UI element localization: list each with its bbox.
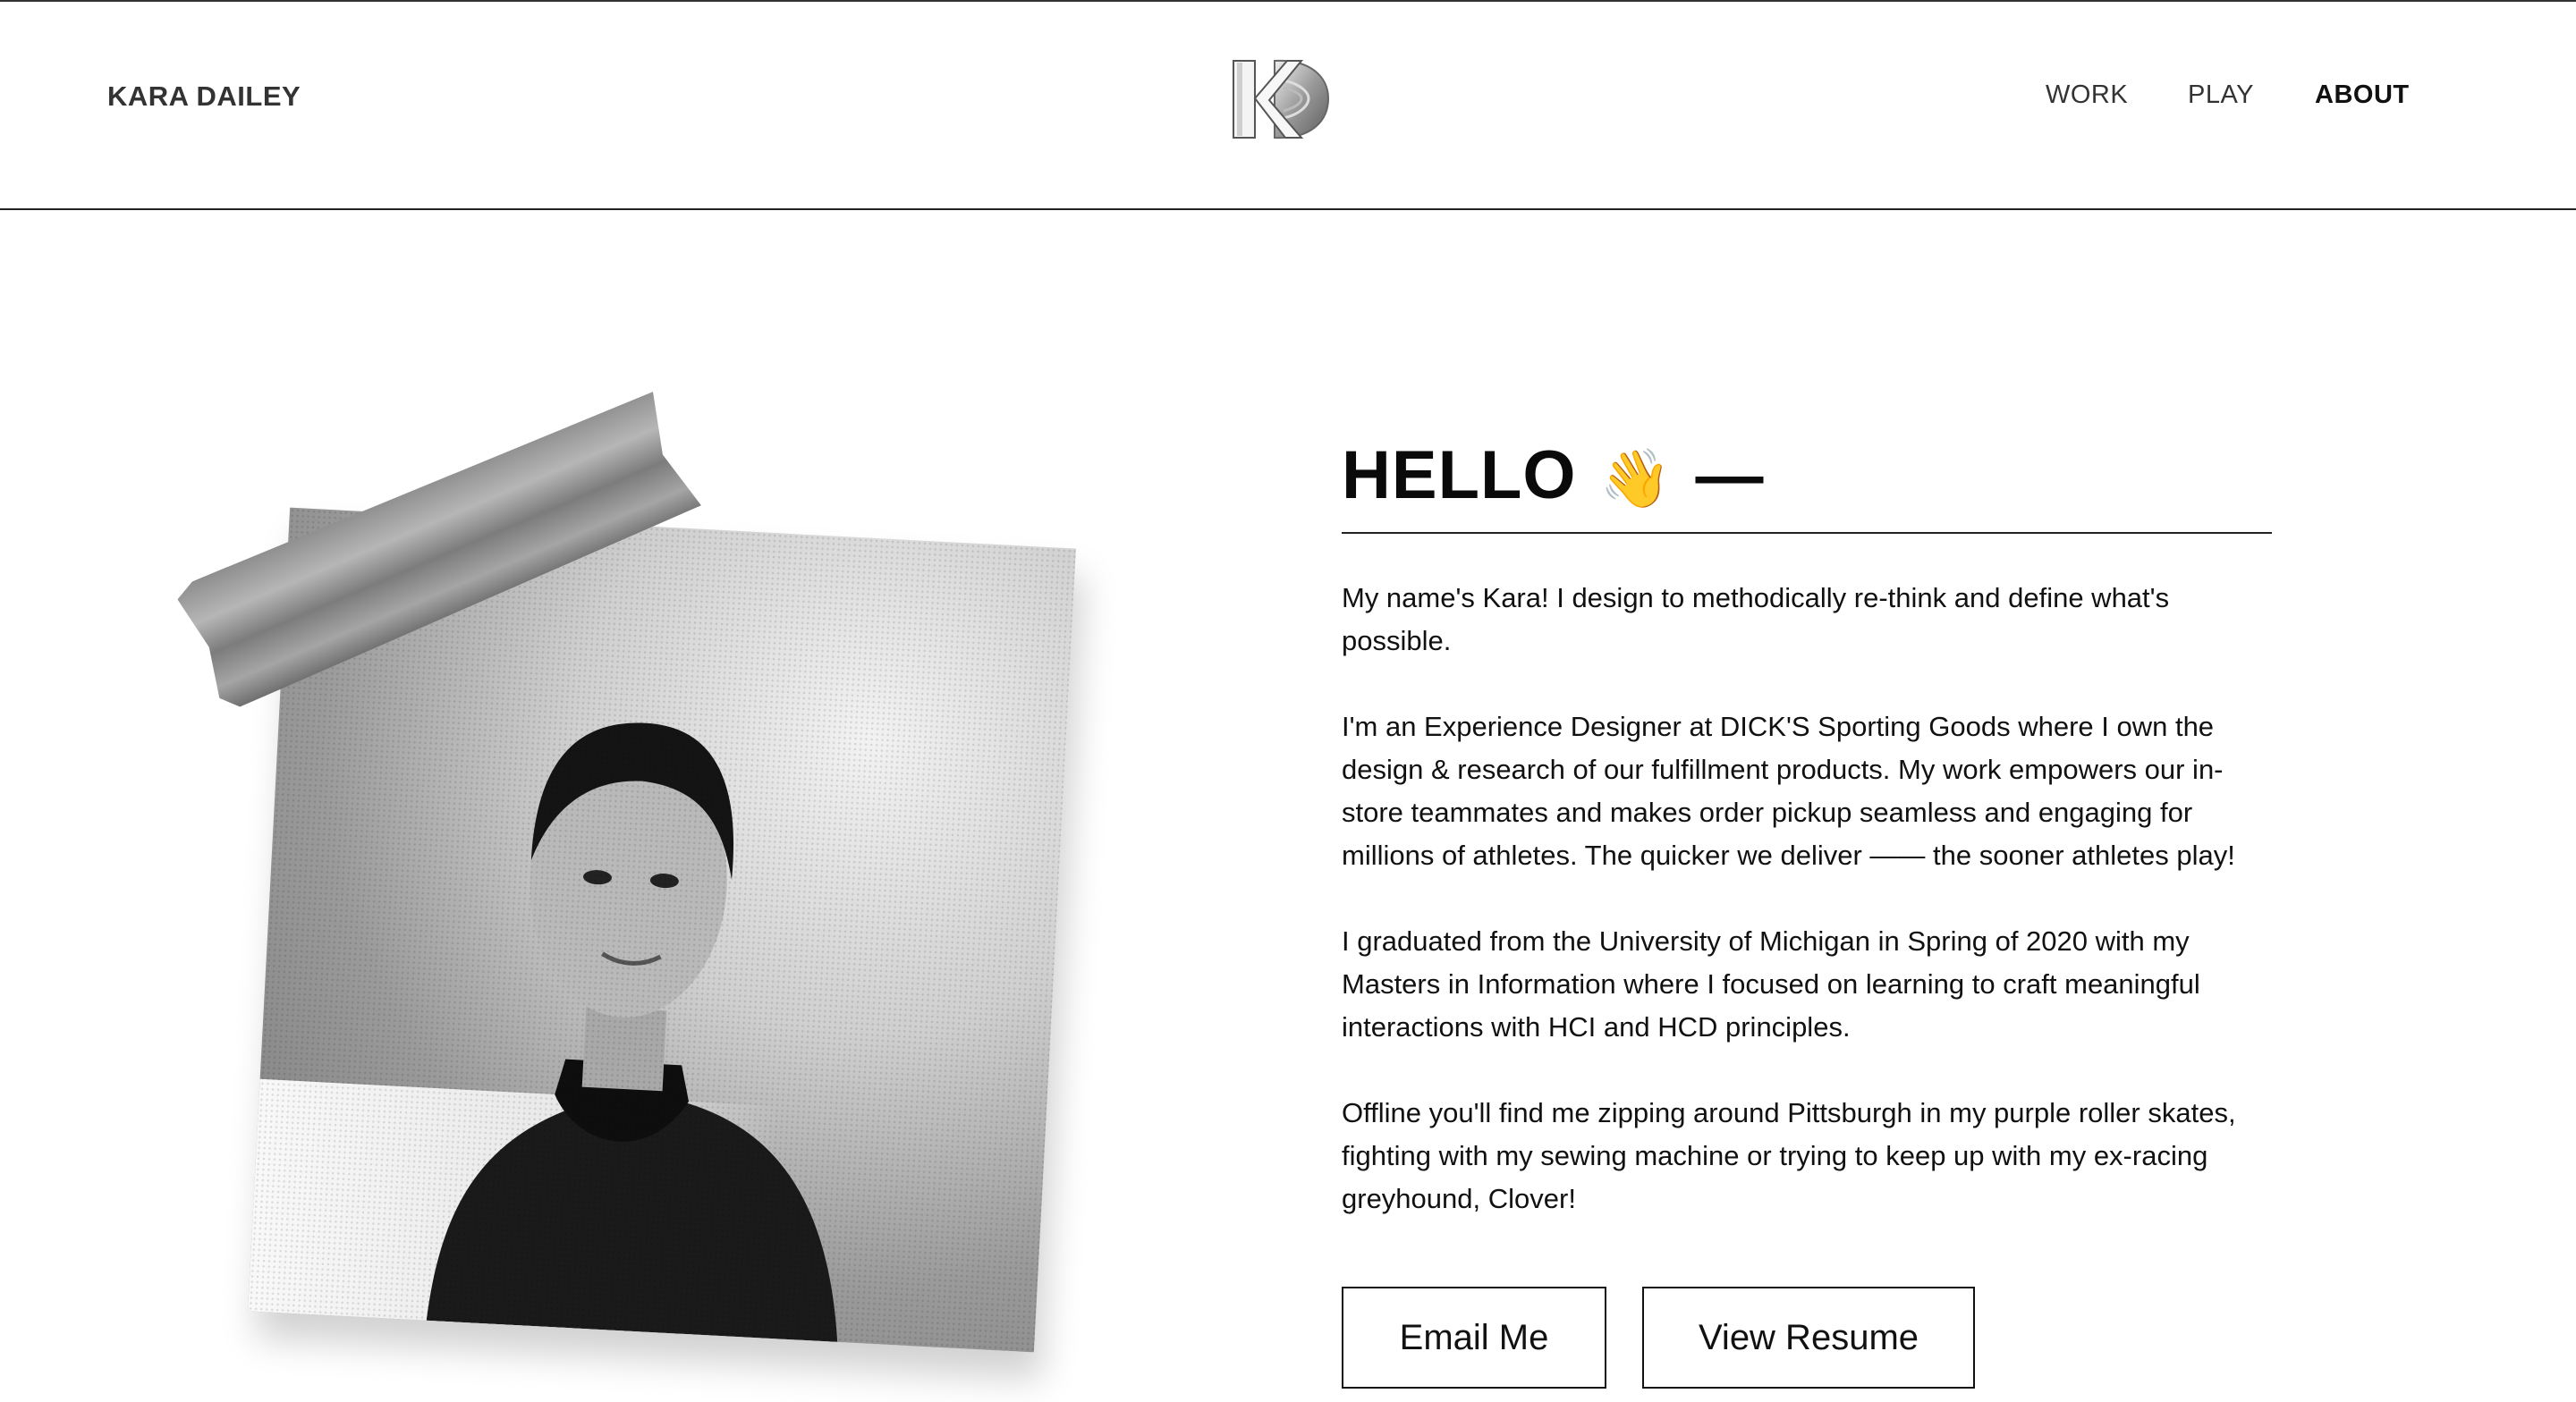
- work-paragraph: I'm an Experience Designer at DICK'S Spo…: [1342, 711, 2235, 871]
- intro-paragraph: My name's Kara! I design to methodically…: [1342, 582, 2170, 656]
- view-resume-button[interactable]: View Resume: [1642, 1287, 1975, 1389]
- about-content: HELLO 👋 — My name's Kara! I design to me…: [1342, 436, 2272, 1220]
- waving-hand-icon: 👋: [1599, 446, 1673, 511]
- portrait-section: [161, 429, 1127, 1402]
- nav-about[interactable]: ABOUT: [2315, 80, 2410, 110]
- heading-dash: —: [1695, 437, 1765, 513]
- hello-text: HELLO: [1342, 437, 1577, 513]
- nav-work[interactable]: WORK: [2046, 80, 2128, 110]
- hello-heading: HELLO 👋 —: [1342, 436, 2272, 534]
- nav-play[interactable]: PLAY: [2188, 80, 2254, 110]
- site-header: KARA DAILEY WORK PLAY ABOUT: [0, 2, 2576, 210]
- hobbies-paragraph: Offline you'll find me zipping around Pi…: [1342, 1097, 2236, 1214]
- email-me-button[interactable]: Email Me: [1342, 1287, 1606, 1389]
- main-nav: WORK PLAY ABOUT: [0, 80, 2576, 116]
- education-paragraph: I graduated from the University of Michi…: [1342, 925, 2200, 1043]
